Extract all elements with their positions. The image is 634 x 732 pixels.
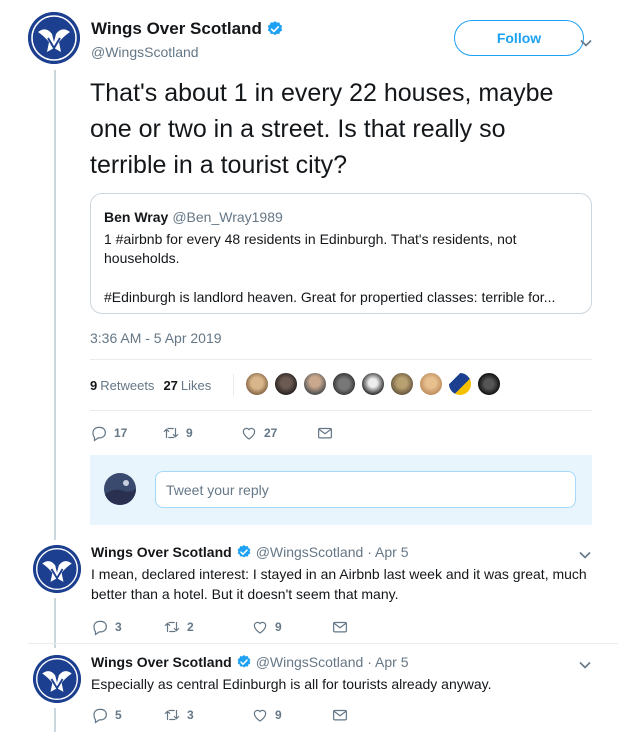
like-button[interactable]: 27 [240, 424, 316, 442]
author-name[interactable]: Wings Over Scotland [91, 19, 262, 39]
chevron-down-icon[interactable] [579, 36, 593, 50]
author-name[interactable]: Wings Over Scotland [91, 654, 232, 670]
liker-avatar[interactable] [332, 372, 356, 396]
author-avatar[interactable] [28, 12, 80, 64]
chevron-down-icon[interactable] [578, 658, 592, 672]
retweet-icon [164, 709, 180, 721]
reply-count: 5 [115, 708, 122, 722]
liker-avatar[interactable] [477, 372, 501, 396]
tweet-actions: 3 2 9 [91, 618, 349, 636]
retweet-icon [163, 427, 179, 439]
like-count: 9 [275, 708, 282, 722]
dm-button[interactable] [331, 706, 349, 724]
tweet-actions: 5 3 9 [91, 706, 349, 724]
tweet-text: I mean, declared interest: I stayed in a… [91, 566, 587, 602]
divider [233, 374, 234, 396]
quoted-author-name: Ben Wray [104, 209, 169, 225]
reply-icon [92, 426, 106, 442]
reply-button[interactable]: 17 [90, 424, 162, 442]
reply-button[interactable]: 5 [91, 706, 163, 724]
reply-composer: Tweet your reply [90, 455, 592, 525]
thread-line [54, 70, 56, 540]
tweet-text: That's about 1 in every 22 houses, maybe… [90, 79, 554, 179]
divider [28, 643, 618, 644]
likes-label: Likes [180, 377, 212, 393]
dm-button[interactable] [331, 618, 349, 636]
quoted-text-line: households. [104, 250, 180, 266]
reply-count: 3 [115, 620, 122, 634]
reply-button[interactable]: 3 [91, 618, 163, 636]
retweets-label: Retweets [100, 377, 155, 393]
retweets-stat[interactable]: 9 Retweets [90, 378, 154, 393]
liker-avatar[interactable] [448, 372, 472, 396]
main-tweet-header: Wings Over Scotland @WingsScotland Follo… [28, 10, 608, 70]
retweets-count: 9 [90, 377, 98, 393]
heart-icon [242, 427, 256, 440]
wings-logo-icon [28, 12, 80, 64]
reply-input[interactable]: Tweet your reply [155, 471, 576, 508]
heart-icon [253, 621, 267, 634]
retweet-icon [164, 621, 180, 633]
author-avatar[interactable] [33, 545, 81, 593]
like-button[interactable]: 9 [251, 706, 331, 724]
wings-logo-icon [33, 655, 81, 703]
quoted-tweet[interactable]: Ben Wray @Ben_Wray1989 1 #airbnb for eve… [90, 193, 592, 314]
author-avatar[interactable] [33, 655, 81, 703]
like-count: 27 [264, 426, 278, 440]
retweet-count: 3 [187, 708, 194, 722]
verified-badge-icon [267, 21, 282, 36]
liker-avatar[interactable] [274, 372, 298, 396]
retweet-button[interactable]: 3 [163, 706, 251, 724]
tweet-stats: 9 Retweets 27 Likes [90, 372, 220, 398]
chevron-down-icon[interactable] [578, 548, 592, 562]
likes-count: 27 [163, 377, 178, 393]
reply-icon [93, 708, 107, 724]
envelope-icon [318, 427, 332, 439]
heart-icon [253, 709, 267, 722]
quoted-text-spacer [104, 269, 575, 289]
quoted-author-handle: @Ben_Wray1989 [172, 209, 283, 225]
reply-count: 17 [114, 426, 128, 440]
envelope-icon [333, 709, 347, 721]
divider [90, 359, 592, 360]
quoted-text-line: #Edinburgh is landlord heaven. Great for… [104, 289, 556, 305]
reply-icon [93, 620, 107, 636]
retweet-count: 9 [186, 426, 193, 440]
tweet-text: Especially as central Edinburgh is all f… [91, 676, 492, 692]
quoted-text-line: 1 #airbnb for every 48 residents in Edin… [104, 230, 517, 247]
liker-avatar[interactable] [390, 372, 414, 396]
divider [90, 410, 592, 411]
retweet-button[interactable]: 2 [163, 618, 251, 636]
like-count: 9 [275, 620, 282, 634]
envelope-icon [333, 621, 347, 633]
dm-button[interactable] [316, 424, 334, 442]
tweet-timestamp[interactable]: 3:36 AM - 5 Apr 2019 [90, 330, 222, 346]
user-photo-icon [104, 473, 136, 505]
author-name[interactable]: Wings Over Scotland [91, 544, 232, 560]
author-handle[interactable]: @WingsScotland [91, 44, 199, 60]
reply-tweet[interactable]: Wings Over Scotland @WingsScotland · Apr… [28, 540, 618, 645]
follow-button[interactable]: Follow [454, 20, 584, 56]
reply-tweet[interactable]: Wings Over Scotland @WingsScotland · Apr… [28, 650, 618, 732]
likes-stat[interactable]: 27 Likes [163, 378, 211, 393]
author-handle[interactable]: @WingsScotland [256, 654, 364, 670]
likers-avatars [245, 372, 506, 396]
author-handle[interactable]: @WingsScotland [256, 544, 364, 560]
liker-avatar[interactable] [419, 372, 443, 396]
current-user-avatar[interactable] [104, 473, 136, 505]
liker-avatar[interactable] [361, 372, 385, 396]
wings-logo-icon [33, 545, 81, 593]
verified-badge-icon [237, 655, 251, 668]
tweet-date[interactable]: · Apr 5 [367, 654, 408, 670]
tweet-actions: 17 9 27 [90, 424, 334, 442]
verified-badge-icon [237, 545, 251, 558]
retweet-count: 2 [187, 620, 194, 634]
like-button[interactable]: 9 [251, 618, 331, 636]
retweet-button[interactable]: 9 [162, 424, 240, 442]
tweet-date[interactable]: · Apr 5 [367, 544, 408, 560]
liker-avatar[interactable] [245, 372, 269, 396]
liker-avatar[interactable] [303, 372, 327, 396]
